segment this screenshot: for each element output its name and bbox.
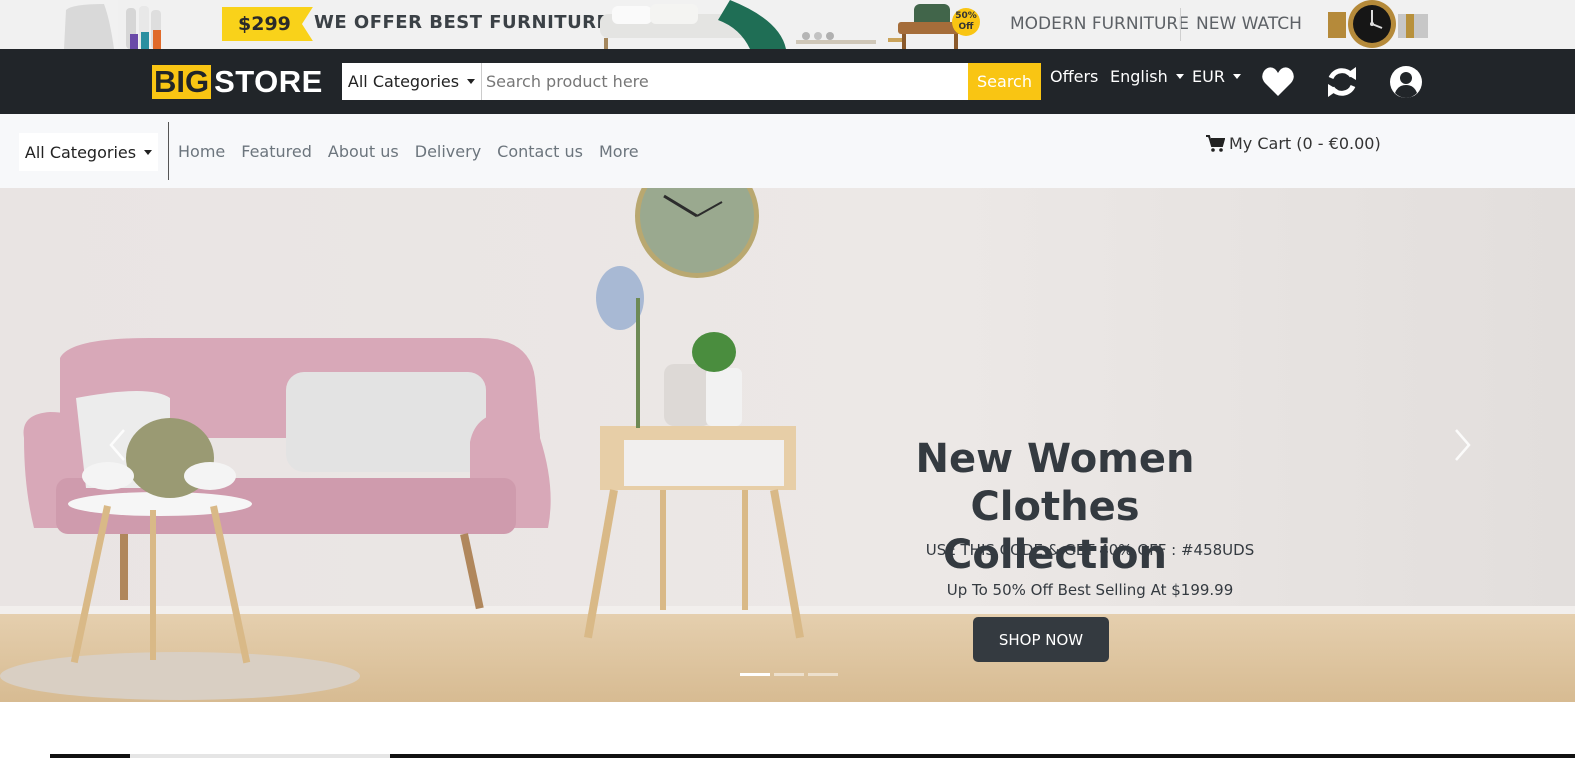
discount-percent: 50% xyxy=(955,11,977,21)
nav-link-home[interactable]: Home xyxy=(178,142,225,161)
nav-link-delivery[interactable]: Delivery xyxy=(415,142,481,161)
chevron-down-icon xyxy=(144,149,153,155)
modern-furniture-link[interactable]: MODERN FURNITURE xyxy=(1010,14,1189,34)
shop-now-button[interactable]: SHOP NOW xyxy=(973,617,1109,662)
discount-off: Off xyxy=(958,22,974,32)
user-icon[interactable] xyxy=(1388,64,1424,100)
store-logo[interactable]: BIG STORE xyxy=(152,64,323,100)
search-category-label: All Categories xyxy=(347,72,460,91)
chevron-down-icon xyxy=(467,79,476,84)
cart-icon xyxy=(1206,135,1225,152)
search-category-dropdown[interactable]: All Categories xyxy=(342,63,482,100)
carousel-indicators xyxy=(740,673,838,676)
carousel-next-icon[interactable] xyxy=(1452,428,1472,462)
chevron-down-icon xyxy=(1175,74,1184,79)
search-bar: All Categories Search xyxy=(342,63,1041,100)
promo-headline: WE OFFER BEST FURNITURE xyxy=(314,12,610,33)
promo-code-text: USE THIS CODE & GET 40% OFF : #458UDS xyxy=(925,541,1255,559)
carousel-indicator-1[interactable] xyxy=(740,673,770,676)
hero-image xyxy=(0,188,1575,702)
nav-divider xyxy=(168,122,169,180)
cart-label: My Cart (0 - €0.00) xyxy=(1229,134,1381,153)
offers-link[interactable]: Offers xyxy=(1050,67,1098,86)
promo-divider xyxy=(1180,8,1181,41)
nav-category-label: All Categories xyxy=(24,142,137,162)
new-watch-link[interactable]: NEW WATCH xyxy=(1196,14,1302,34)
price-tag: $299 xyxy=(222,7,313,41)
carousel-indicator-3[interactable] xyxy=(808,673,838,676)
hero-carousel: New Women Clothes Collection USE THIS CO… xyxy=(0,188,1575,702)
currency-dropdown[interactable]: EUR xyxy=(1192,67,1241,86)
nav-category-dropdown[interactable]: All Categories xyxy=(19,133,158,171)
discount-badge: 50% Off xyxy=(952,8,980,36)
language-label: English xyxy=(1110,67,1168,86)
main-header: BIG STORE All Categories Search Offers E… xyxy=(0,49,1575,114)
hero-subtitle: Up To 50% Off Best Selling At $199.99 xyxy=(946,581,1234,599)
language-dropdown[interactable]: English xyxy=(1110,67,1184,86)
refresh-icon[interactable] xyxy=(1324,64,1360,100)
offers-label: Offers xyxy=(1050,67,1099,86)
currency-label: EUR xyxy=(1192,67,1225,86)
search-button[interactable]: Search xyxy=(968,63,1041,100)
watch-image xyxy=(1328,0,1428,48)
vases-image xyxy=(64,0,161,49)
nav-link-about-us[interactable]: About us xyxy=(328,142,399,161)
nav-link-more[interactable]: More xyxy=(599,142,639,161)
heart-icon[interactable] xyxy=(1260,64,1296,100)
search-input[interactable] xyxy=(482,63,968,100)
promo-banner[interactable]: $299 WE OFFER BEST FURNITURE 50% Off MOD… xyxy=(0,0,1575,49)
nav-link-contact-us[interactable]: Contact us xyxy=(497,142,583,161)
sofa-image xyxy=(600,0,876,49)
nav-bar: All Categories Home Featured About us De… xyxy=(0,114,1575,188)
carousel-prev-icon[interactable] xyxy=(108,428,128,462)
carousel-indicator-2[interactable] xyxy=(774,673,804,676)
cart-link[interactable]: My Cart (0 - €0.00) xyxy=(1206,134,1381,153)
nav-link-featured[interactable]: Featured xyxy=(241,142,312,161)
logo-big: BIG xyxy=(152,64,212,99)
chevron-down-icon xyxy=(1232,74,1241,79)
logo-store: STORE xyxy=(214,64,323,99)
hero-title-line1: New Women Clothes xyxy=(915,436,1195,530)
nav-links: Home Featured About us Delivery Contact … xyxy=(178,142,639,161)
bottom-border xyxy=(50,754,1575,758)
